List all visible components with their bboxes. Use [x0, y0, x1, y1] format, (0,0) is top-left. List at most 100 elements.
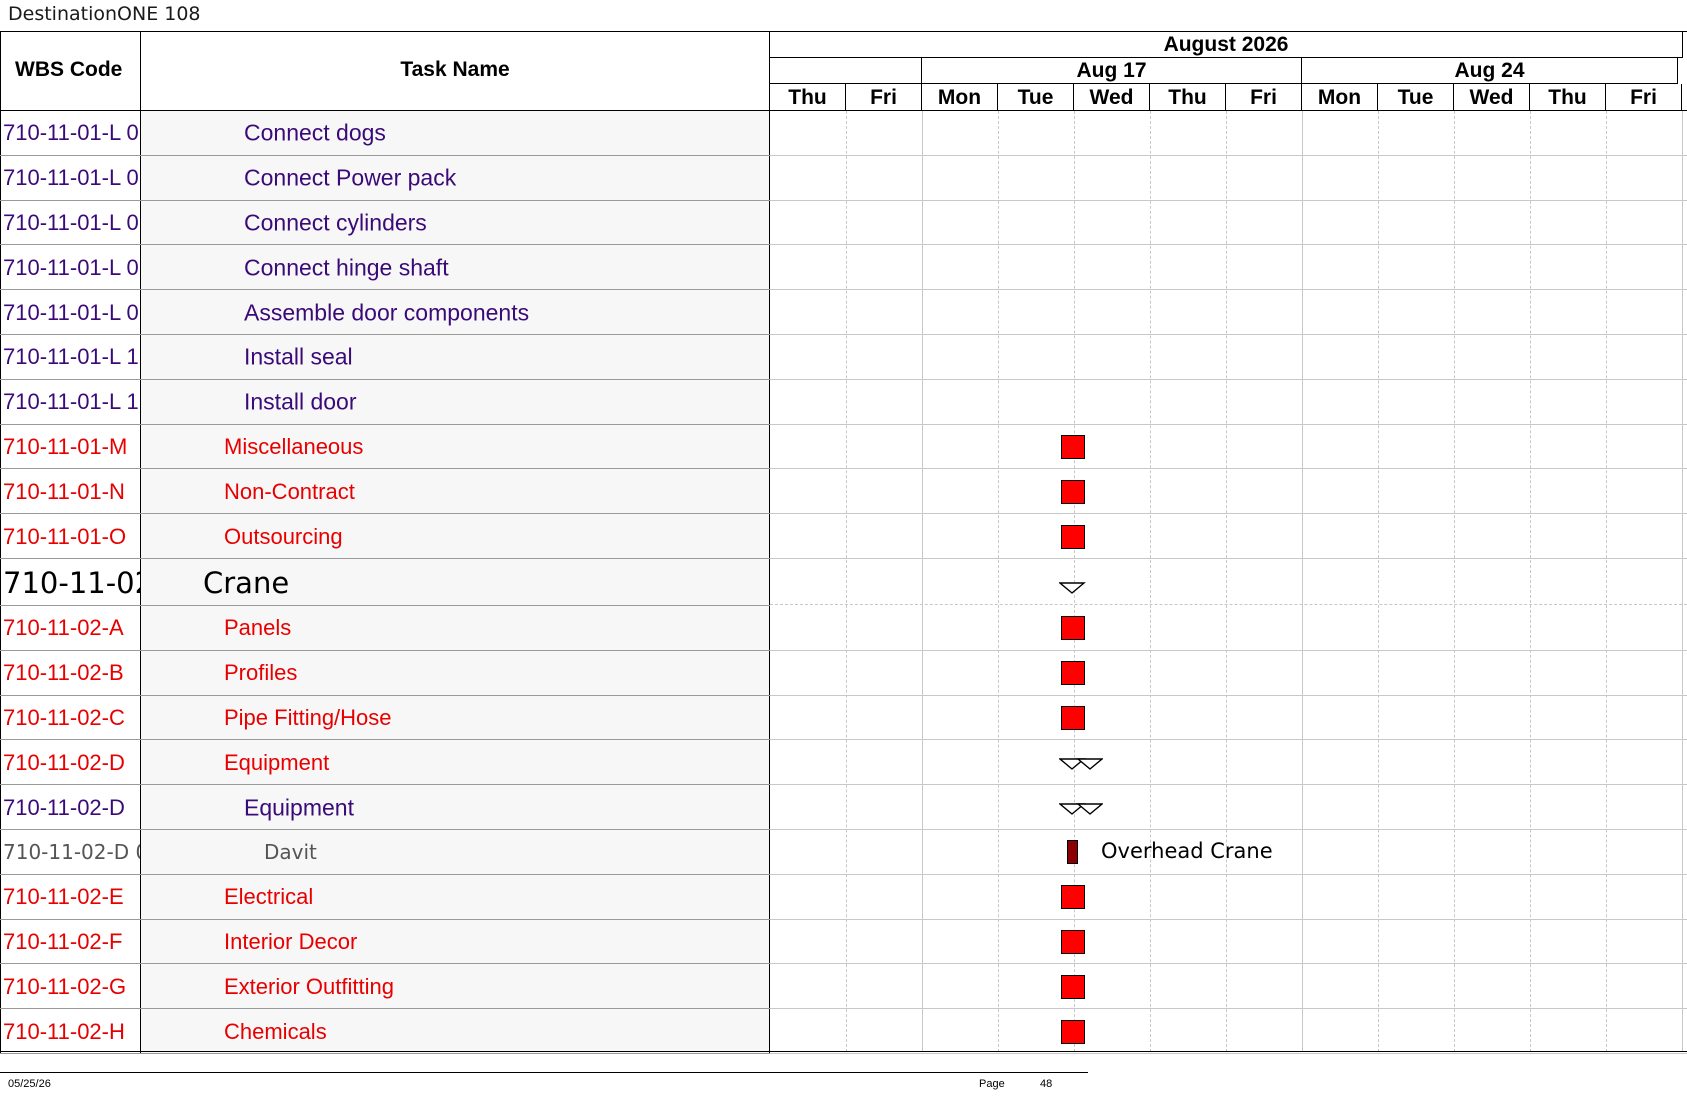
task-cell[interactable]: Crane — [141, 559, 770, 606]
wbs-cell[interactable]: 710-11-02-A — [0, 606, 141, 651]
wbs-cell[interactable]: 710-11-02-D 01 — [0, 830, 141, 875]
task-name: Exterior Outfitting — [224, 973, 394, 999]
table-row[interactable]: 710-11-02-D Equipment — [0, 785, 1687, 830]
wbs-code: 710-11-02-D 01 — [3, 840, 140, 865]
table-row[interactable]: 710-11-02-B Profiles — [0, 650, 1687, 696]
summary-marker-icon[interactable] — [1059, 802, 1103, 820]
wbs-code: 710-11-02-D — [3, 794, 125, 820]
summary-marker-icon[interactable] — [1059, 757, 1103, 775]
wbs-cell[interactable]: 710-11-02-G — [0, 964, 141, 1010]
table-row[interactable]: 710-11-02-D 01 Davit Overhead Crane — [0, 830, 1687, 875]
task-cell[interactable]: Outsourcing — [141, 514, 770, 559]
task-cell[interactable]: Exterior Outfitting — [141, 964, 770, 1010]
table-row[interactable]: 710-11-02-D Equipment — [0, 740, 1687, 786]
task-cell[interactable]: Connect cylinders — [141, 200, 770, 246]
table-row[interactable]: 710-11-01-L 0 Connect dogs — [0, 111, 1687, 156]
table-row[interactable]: 710-11-02-F Interior Decor — [0, 919, 1687, 965]
task-cell[interactable]: Non-Contract — [141, 469, 770, 515]
wbs-cell[interactable]: 710-11-01-L 1 — [0, 335, 141, 380]
gantt-milestone-bar[interactable] — [1061, 929, 1085, 954]
table-row[interactable]: 710-11-02-G Exterior Outfitting — [0, 964, 1687, 1010]
wbs-cell[interactable]: 710-11-01-L 1 — [0, 379, 141, 425]
document-title: DestinationONE 108 — [8, 3, 201, 25]
timeline-day: Wed — [1454, 84, 1530, 111]
wbs-code: 710-11-01-L 0 — [3, 299, 139, 325]
wbs-cell[interactable]: 710-11-01-M — [0, 424, 141, 470]
gantt-milestone-bar[interactable] — [1061, 479, 1085, 504]
task-cell[interactable]: Electrical — [141, 874, 770, 920]
task-cell[interactable]: Interior Decor — [141, 919, 770, 965]
wbs-cell[interactable]: 710-11-02-D — [0, 785, 141, 830]
task-cell[interactable]: Profiles — [141, 650, 770, 696]
timeline-day: Mon — [922, 84, 998, 111]
footer-page-number: 48 — [1040, 1078, 1053, 1090]
table-row[interactable]: 710-11-01-L 0 Connect cylinders — [0, 200, 1687, 246]
gantt-milestone-bar[interactable] — [1061, 434, 1085, 459]
task-cell[interactable]: Pipe Fitting/Hose — [141, 695, 770, 741]
task-cell[interactable]: Connect hinge shaft — [141, 245, 770, 291]
task-name: Connect dogs — [244, 119, 386, 146]
task-cell[interactable]: Panels — [141, 606, 770, 651]
wbs-cell[interactable]: 710-11-01-N — [0, 469, 141, 515]
table-row[interactable]: 710-11-02-C Pipe Fitting/Hose — [0, 695, 1687, 741]
task-name: Install seal — [244, 343, 353, 370]
task-name: Chemicals — [224, 1018, 327, 1044]
task-cell[interactable]: Assemble door components — [141, 290, 770, 335]
wbs-cell[interactable]: 710-11-02 — [0, 559, 141, 606]
gantt-milestone-bar[interactable] — [1061, 524, 1085, 549]
gantt-task-bar[interactable] — [1067, 840, 1078, 865]
wbs-cell[interactable]: 710-11-02-C — [0, 695, 141, 741]
summary-marker-icon[interactable] — [1059, 581, 1103, 599]
table-row[interactable]: 710-11-02-E Electrical — [0, 874, 1687, 920]
wbs-cell[interactable]: 710-11-01-L 0 — [0, 200, 141, 246]
wbs-column-header[interactable]: WBS Code — [0, 32, 141, 111]
table-row[interactable]: 710-11-01-L 0 Connect hinge shaft — [0, 245, 1687, 291]
table-row[interactable]: 710-11-02-H Chemicals — [0, 1009, 1687, 1054]
gantt-milestone-bar[interactable] — [1061, 974, 1085, 999]
table-row[interactable]: 710-11-01-L 1 Install seal — [0, 335, 1687, 380]
table-row[interactable]: 710-11-01-L 0 Connect Power pack — [0, 155, 1687, 201]
table-row[interactable]: 710-11-01-O Outsourcing — [0, 514, 1687, 559]
task-cell[interactable]: Equipment — [141, 785, 770, 830]
wbs-cell[interactable]: 710-11-01-O — [0, 514, 141, 559]
wbs-code: 710-11-02-H — [3, 1018, 125, 1044]
table-row[interactable]: 710-11-01-N Non-Contract — [0, 469, 1687, 515]
task-name: Profiles — [224, 660, 298, 686]
task-cell[interactable]: Davit — [141, 830, 770, 875]
task-cell[interactable]: Chemicals — [141, 1009, 770, 1054]
task-cell[interactable]: Install seal — [141, 335, 770, 380]
wbs-cell[interactable]: 710-11-02-B — [0, 650, 141, 696]
task-name: Interior Decor — [224, 928, 358, 954]
task-cell[interactable]: Install door — [141, 379, 770, 425]
gantt-milestone-bar[interactable] — [1061, 1019, 1085, 1044]
table-row[interactable]: 710-11-01-L 0 Assemble door components — [0, 290, 1687, 335]
wbs-cell[interactable]: 710-11-01-L 0 — [0, 290, 141, 335]
gantt-milestone-bar[interactable] — [1061, 661, 1085, 686]
gantt-milestone-bar[interactable] — [1061, 705, 1085, 730]
task-cell[interactable]: Connect dogs — [141, 111, 770, 156]
task-cell[interactable]: Connect Power pack — [141, 155, 770, 201]
wbs-cell[interactable]: 710-11-02-F — [0, 919, 141, 965]
wbs-code: 710-11-01-L 1 — [3, 344, 139, 370]
table-row[interactable]: 710-11-02 Crane — [0, 559, 1687, 606]
table-row[interactable]: 710-11-01-L 1 Install door — [0, 379, 1687, 425]
timeline-day: Thu — [770, 84, 846, 111]
table-bottom-border — [0, 1051, 1687, 1052]
wbs-cell[interactable]: 710-11-02-E — [0, 874, 141, 920]
table-row[interactable]: 710-11-02-A Panels — [0, 606, 1687, 651]
timeline-week: Aug 17 — [922, 58, 1302, 84]
wbs-cell[interactable]: 710-11-02-D — [0, 740, 141, 786]
task-column-header[interactable]: Task Name — [141, 32, 770, 111]
gantt-milestone-bar[interactable] — [1061, 616, 1085, 641]
task-cell[interactable]: Miscellaneous — [141, 424, 770, 470]
gantt-body: 710-11-01-L 0 Connect dogs 710-11-01-L 0 Co… — [0, 111, 1687, 1054]
wbs-cell[interactable]: 710-11-01-L 0 — [0, 111, 141, 156]
wbs-cell[interactable]: 710-11-02-H — [0, 1009, 141, 1054]
gantt-milestone-bar[interactable] — [1061, 885, 1085, 910]
timeline-day: Thu — [1530, 84, 1606, 111]
wbs-cell[interactable]: 710-11-01-L 0 — [0, 155, 141, 201]
table-row[interactable]: 710-11-01-M Miscellaneous — [0, 424, 1687, 470]
wbs-code: 710-11-01-O — [3, 523, 127, 549]
wbs-cell[interactable]: 710-11-01-L 0 — [0, 245, 141, 291]
task-cell[interactable]: Equipment — [141, 740, 770, 786]
